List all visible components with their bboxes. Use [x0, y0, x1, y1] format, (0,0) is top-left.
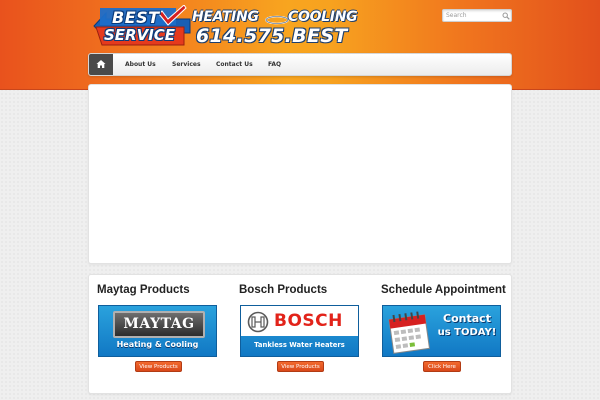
logo-heating-text: HEATING: [192, 9, 259, 25]
nav-home-button[interactable]: [89, 54, 113, 75]
maytag-banner[interactable]: MAYTAG Heating & Cooling: [98, 305, 217, 357]
site-logo[interactable]: BEST SERVICE HEATING COOLING 614.575.BES…: [92, 5, 358, 47]
logo-best-text: BEST: [112, 8, 160, 27]
search-box[interactable]: [442, 9, 512, 22]
logo-cooling-text: COOLING: [288, 9, 358, 25]
bosch-brand-text: BOSCH: [274, 311, 343, 331]
schedule-click-here-button[interactable]: Click Here: [423, 361, 461, 372]
nav-item-contact-us[interactable]: Contact Us: [216, 54, 253, 75]
contact-line-2: us TODAY!: [437, 327, 497, 338]
search-input[interactable]: [446, 10, 500, 21]
bosch-banner[interactable]: BOSCH Tankless Water Heaters: [240, 305, 359, 357]
bosch-view-products-button[interactable]: View Products: [277, 361, 324, 372]
maytag-view-products-button[interactable]: View Products: [135, 361, 182, 372]
home-icon: [96, 60, 106, 68]
widget-title-bosch: Bosch Products: [239, 284, 328, 296]
schedule-banner[interactable]: Contact us TODAY!: [382, 305, 501, 357]
widget-title-schedule: Schedule Appointment: [381, 284, 506, 296]
calendar-icon: [388, 311, 431, 354]
nav-item-services[interactable]: Services: [172, 54, 201, 75]
maytag-subtitle: Heating & Cooling: [116, 340, 199, 349]
nav-item-about-us[interactable]: About Us: [125, 54, 156, 75]
logo-swoosh-icon: [265, 15, 289, 25]
widget-title-maytag: Maytag Products: [97, 284, 190, 296]
bosch-subtitle: Tankless Water Heaters: [254, 341, 345, 349]
search-icon[interactable]: [502, 12, 510, 20]
maytag-logo-plate: MAYTAG: [113, 311, 205, 338]
main-nav: About Us Services Contact Us FAQ: [88, 53, 512, 76]
bosch-armature-icon: [247, 311, 269, 333]
contact-line-1: Contact: [443, 312, 491, 325]
product-widgets: Maytag Products MAYTAG Heating & Cooling…: [88, 274, 512, 394]
nav-item-faq[interactable]: FAQ: [268, 54, 281, 75]
logo-service-text: SERVICE: [104, 26, 176, 44]
maytag-brand-text: MAYTAG: [123, 316, 195, 332]
featured-slider-area: [88, 84, 512, 264]
logo-phone-number: 614.575.BEST: [196, 25, 348, 47]
